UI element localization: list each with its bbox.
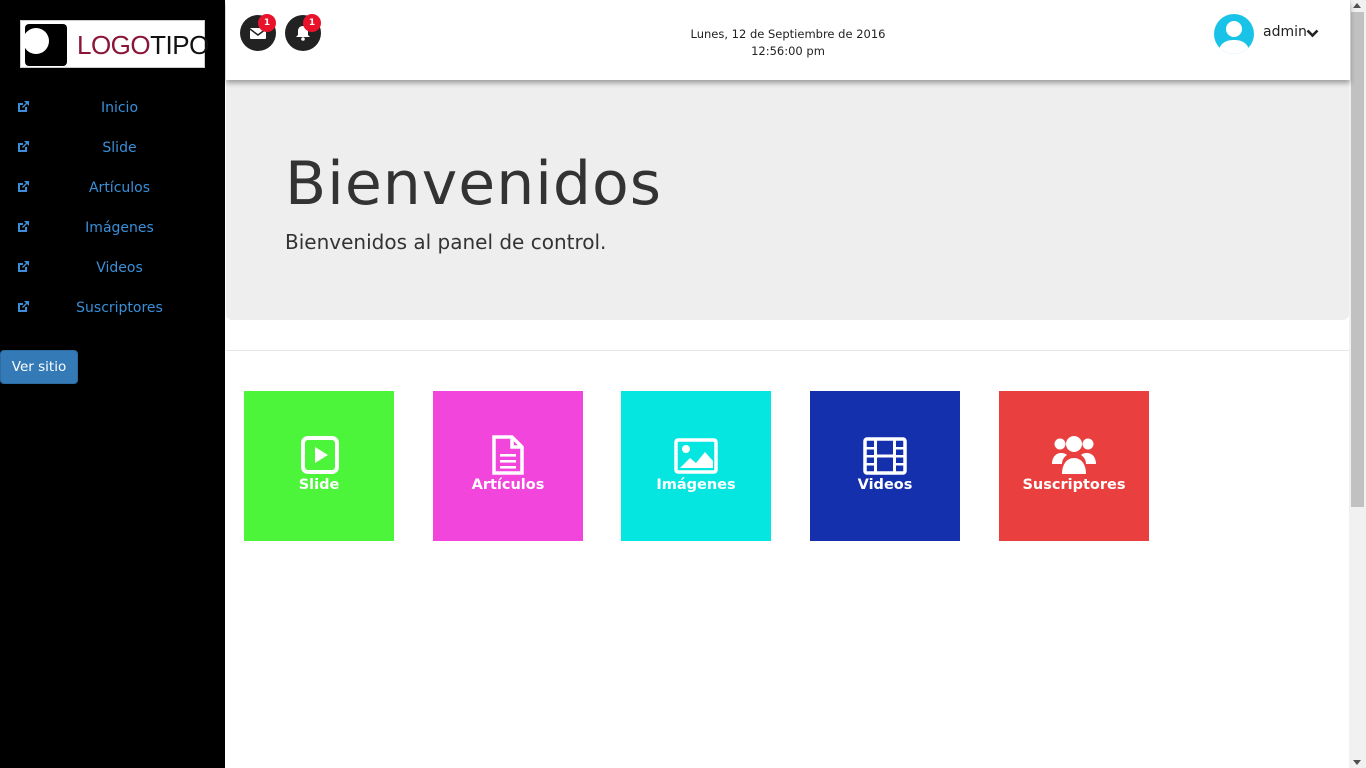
document-icon	[492, 435, 524, 475]
scroll-up-arrow[interactable]	[1353, 3, 1361, 8]
notifications-badge: 1	[303, 14, 321, 32]
sidebar: LOGOTIPO Inicio Slide Artículos Imágenes…	[0, 0, 225, 768]
sidebar-item-inicio[interactable]: Inicio	[0, 88, 225, 128]
user-menu-label[interactable]: admin	[1263, 24, 1307, 40]
sidebar-item-slide[interactable]: Slide	[0, 128, 225, 168]
vertical-scrollbar[interactable]	[1349, 0, 1366, 768]
sidebar-item-label: Suscriptores	[76, 300, 163, 316]
sidebar-item-label: Inicio	[100, 100, 139, 116]
tile-label: Suscriptores	[1022, 477, 1126, 493]
sidebar-item-label: Videos	[96, 260, 143, 276]
logo[interactable]: LOGOTIPO	[20, 20, 209, 68]
tile-imagenes[interactable]: Imágenes	[621, 391, 771, 541]
logo-text-part-b: TIPO	[150, 30, 209, 60]
view-site-button[interactable]: Ver sitio	[0, 350, 78, 384]
avatar[interactable]	[1214, 14, 1254, 54]
chevron-down-icon[interactable]	[1306, 28, 1319, 38]
scroll-thumb[interactable]	[1351, 12, 1364, 507]
sidebar-item-videos[interactable]: Videos	[0, 248, 225, 288]
sidebar-item-label: Slide	[102, 140, 137, 156]
logo-text-part-a: LOGO	[77, 30, 151, 60]
user-icon	[1218, 21, 1250, 54]
sidebar-item-imagenes[interactable]: Imágenes	[0, 208, 225, 248]
messages-button[interactable]: 1	[240, 14, 276, 51]
welcome-jumbotron: Bienvenidos Bienvenidos al panel de cont…	[226, 80, 1349, 320]
image-icon	[674, 438, 718, 474]
top-header: 1 1 Lunes, 12 de Septiembre de 2016 12:5…	[226, 0, 1350, 80]
sidebar-nav: Inicio Slide Artículos Imágenes Videos S…	[0, 88, 225, 328]
tile-label: Imágenes	[656, 477, 736, 493]
tile-slide[interactable]: Slide	[244, 391, 394, 541]
current-datetime: Lunes, 12 de Septiembre de 2016 12:56:00…	[666, 26, 910, 60]
tile-suscriptores[interactable]: Suscriptores	[999, 391, 1149, 541]
page-title: Bienvenidos	[285, 149, 662, 219]
logo-text: LOGOTIPO	[77, 30, 209, 60]
sidebar-item-articulos[interactable]: Artículos	[0, 168, 225, 208]
page-subtitle: Bienvenidos al panel de control.	[285, 230, 607, 254]
sidebar-item-suscriptores[interactable]: Suscriptores	[0, 288, 225, 328]
current-time: 12:56:00 pm	[751, 44, 825, 58]
divider	[226, 350, 1350, 351]
tile-articulos[interactable]: Artículos	[433, 391, 583, 541]
scroll-down-arrow[interactable]	[1353, 760, 1361, 765]
current-date: Lunes, 12 de Septiembre de 2016	[690, 27, 886, 41]
notifications-button[interactable]: 1	[285, 14, 321, 51]
sidebar-item-label: Artículos	[88, 180, 151, 196]
play-square-icon	[301, 436, 339, 474]
sidebar-item-label: Imágenes	[85, 220, 154, 236]
users-icon	[1052, 436, 1096, 474]
logo-mark	[25, 24, 67, 66]
tile-label: Artículos	[471, 477, 545, 493]
tile-videos[interactable]: Videos	[810, 391, 960, 541]
tile-label: Slide	[298, 477, 340, 493]
film-icon	[863, 437, 907, 475]
messages-badge: 1	[258, 14, 276, 32]
tile-label: Videos	[857, 477, 913, 493]
